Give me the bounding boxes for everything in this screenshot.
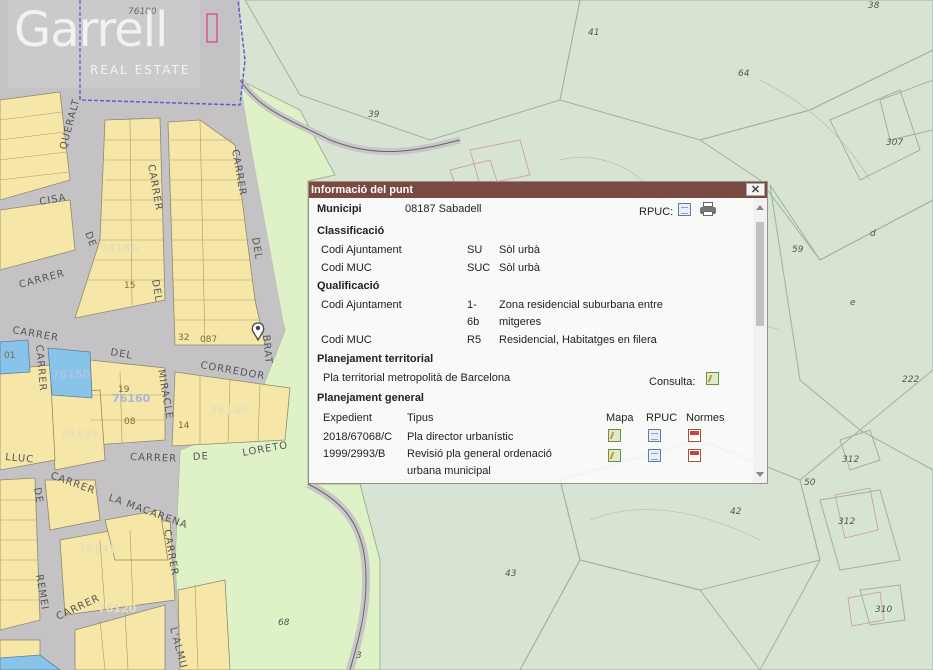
col-normes: Normes [686, 412, 725, 424]
popup-header: Informació del punt ✕ [309, 182, 767, 198]
qualificacio-row-code: 6b [467, 316, 480, 328]
map-icon[interactable] [608, 429, 621, 442]
parcel-label: 3 [356, 651, 362, 661]
block-number: 76120 [98, 602, 137, 615]
parcel-label: 222 [902, 375, 919, 385]
qualificacio-row-value: mitgeres [499, 316, 542, 328]
parcel-label: 42 [730, 507, 742, 517]
parcel-label: e [850, 298, 856, 308]
parcel-label: 310 [875, 605, 892, 615]
document-icon[interactable] [648, 449, 661, 462]
block-number: 76150 [52, 368, 91, 381]
qualificacio-row-value: Residencial, Habitatges en filera [499, 334, 657, 346]
qualificacio-row-label: Codi Ajuntament [321, 299, 402, 311]
watermark-subtitle: REAL ESTATE [90, 63, 191, 77]
point-info-popup: Informació del punt ✕ Municipi 08187 Sab… [308, 181, 768, 484]
municipi-label: Municipi [317, 203, 362, 215]
qualificacio-row-value: Zona residencial suburbana entre [499, 299, 663, 311]
consulta-label: Consulta: [649, 376, 696, 388]
block-number: 76140 [210, 404, 249, 417]
col-rpuc: RPUC [646, 412, 678, 424]
block-number: 01 [4, 351, 15, 361]
printer-icon[interactable] [700, 202, 716, 216]
parcel-label: 64 [738, 69, 750, 79]
qualificacio-row-code: 1- [467, 299, 477, 311]
general-row-tipus: urbana municipal [407, 465, 491, 477]
popup-title: Informació del punt [311, 184, 414, 196]
map-icon[interactable] [608, 449, 621, 462]
document-icon[interactable] [648, 429, 661, 442]
classificacio-heading: Classificació [317, 225, 385, 237]
close-button[interactable]: ✕ [746, 183, 765, 196]
document-icon[interactable] [678, 203, 691, 216]
scroll-down-icon[interactable] [756, 472, 764, 477]
territorial-plan: Pla territorial metropolità de Barcelona [323, 372, 511, 384]
edit-icon[interactable] [706, 372, 719, 385]
qualificacio-heading: Qualificació [317, 280, 380, 292]
classificacio-row-code: SU [467, 244, 483, 256]
block-number: 19 [118, 385, 130, 395]
street-label: DE [193, 451, 210, 463]
watermark-name: Garrell [14, 2, 168, 58]
qualificacio-row-label: Codi MUC [321, 334, 372, 346]
general-heading: Planejament general [317, 392, 424, 404]
territorial-heading: Planejament territorial [317, 353, 434, 365]
general-row-expedient: 1999/2993/B [323, 448, 386, 460]
parcel-label: 50 [804, 478, 816, 488]
parcel-label: 38 [868, 1, 880, 11]
pdf-icon[interactable] [688, 429, 701, 442]
parcel-label: 41 [588, 28, 599, 38]
scroll-up-icon[interactable] [756, 205, 764, 210]
block-number: 32 [178, 333, 189, 343]
classificacio-row-label: Codi Ajuntament [321, 244, 402, 256]
block-number: 76131 [78, 543, 116, 556]
pdf-icon[interactable] [688, 449, 701, 462]
col-expedient: Expedient [323, 412, 372, 424]
general-row-tipus: Pla director urbanístic [407, 431, 514, 443]
general-row-expedient: 2018/67068/C [323, 431, 393, 443]
municipi-value: 08187 Sabadell [405, 203, 482, 215]
parcel-label: d [870, 229, 876, 239]
block-number: 08 [124, 417, 136, 427]
block-number: 15 [124, 281, 135, 291]
col-mapa: Mapa [606, 412, 634, 424]
classificacio-row-value: Sòl urbà [499, 244, 540, 256]
classificacio-row-label: Codi MUC [321, 262, 372, 274]
general-row-tipus: Revisió pla general ordenació [407, 448, 552, 460]
block-number: 087 [200, 335, 217, 345]
classificacio-row-value: Sòl urbà [499, 262, 540, 274]
scroll-thumb[interactable] [756, 222, 764, 326]
col-tipus: Tipus [407, 412, 434, 424]
parcel-label: 59 [792, 245, 804, 255]
popup-body: Municipi 08187 Sabadell RPUC: Classifica… [309, 198, 753, 483]
block-number: 14 [178, 421, 190, 431]
block-number: 76186 [100, 242, 139, 255]
qualificacio-row-code: R5 [467, 334, 482, 346]
parcel-label: 68 [278, 618, 290, 628]
block-number: 76139 [60, 427, 98, 440]
parcel-label: 312 [838, 517, 855, 527]
street-label: CARRER [130, 452, 177, 465]
parcel-label: 307 [886, 138, 903, 148]
parcel-label: 43 [505, 569, 517, 579]
rpuc-label: RPUC: [639, 206, 674, 218]
parcel-label: 39 [368, 110, 380, 120]
watermark-logo: Garrell REAL ESTATE [8, 0, 200, 88]
parcel-label: 312 [842, 455, 859, 465]
popup-scrollbar[interactable] [753, 198, 767, 483]
classificacio-row-code: SUC [467, 262, 491, 274]
